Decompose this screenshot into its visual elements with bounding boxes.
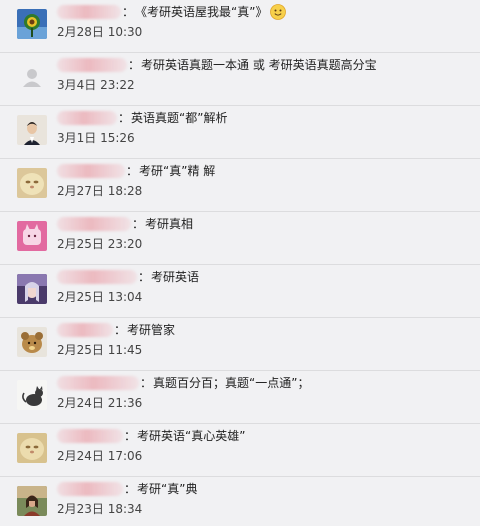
comment-text: 考研英语“真心英雄” [137,429,246,443]
comment-text: 考研管家 [127,323,176,337]
redacted-nickname [57,5,121,19]
comment-time: 2月25日 13:04 [57,290,143,304]
comment-time: 2月27日 18:28 [57,184,143,198]
comment-item: ： 考研“真”典 2月23日 18:34 [0,477,480,526]
smiling-face-icon [270,4,287,20]
redacted-nickname [57,323,113,337]
comment-text: 考研“真”典 [137,482,198,496]
comment-item: ： 《考研英语屋我最“真”》 2月28日 10:30 [0,0,480,53]
comment-text: 考研真相 [145,217,194,231]
comment-time: 3月1日 15:26 [57,131,135,145]
comment-time: 2月28日 10:30 [57,25,143,39]
cat-sketch-avatar-icon[interactable] [17,380,47,410]
comment-text: 考研英语 [151,270,200,284]
comment-separator: ： [122,5,135,19]
fluffy-dog-avatar-icon[interactable] [17,433,47,463]
person-photo-avatar-icon[interactable] [17,115,47,145]
comment-text: 考研英语真题一本通 或 考研英语真题高分宝 [141,58,377,72]
comment-separator: ： [118,111,131,125]
redacted-nickname [57,111,117,125]
redacted-nickname [57,217,131,231]
redacted-nickname [57,482,123,496]
comment-item: ： 考研英语 2月25日 13:04 [0,265,480,318]
comment-separator: ： [126,164,139,178]
comment-item: ： 考研管家 2月25日 11:45 [0,318,480,371]
comment-separator: ： [128,58,141,72]
toy-dog-avatar-icon[interactable] [17,327,47,357]
anime-avatar-icon[interactable] [17,274,47,304]
redacted-nickname [57,164,125,178]
comment-list: ： 《考研英语屋我最“真”》 2月28日 10:30 ： 考研英语真题一本通 或… [0,0,480,526]
comment-time: 2月23日 18:34 [57,502,143,516]
pink-cartoon-avatar-icon[interactable] [17,221,47,251]
comment-item: ： 英语真题“都”解析 3月1日 15:26 [0,106,480,159]
comment-text: 考研“真”精 解 [139,164,216,178]
comment-separator: ： [140,376,153,390]
redacted-nickname [57,429,123,443]
redacted-nickname [57,270,137,284]
comment-time: 2月24日 17:06 [57,449,143,463]
comment-item: ： 考研“真”精 解 2月27日 18:28 [0,159,480,212]
comment-text: 《考研英语屋我最“真”》 [135,5,268,19]
comment-item: ： 考研英语真题一本通 或 考研英语真题高分宝 3月4日 23:22 [0,53,480,106]
default-user-avatar-icon[interactable] [17,62,47,92]
comment-separator: ： [114,323,127,337]
fluffy-dog-avatar-icon[interactable] [17,168,47,198]
comment-separator: ： [138,270,151,284]
comment-time: 2月25日 11:45 [57,343,143,357]
landscape-avatar-icon[interactable] [17,486,47,516]
comment-time: 2月25日 23:20 [57,237,143,251]
comment-time: 3月4日 23:22 [57,78,135,92]
comment-separator: ： [124,429,137,443]
comment-item: ： 考研真相 2月25日 23:20 [0,212,480,265]
redacted-nickname [57,58,127,72]
comment-item: ： 考研英语“真心英雄” 2月24日 17:06 [0,424,480,477]
comment-separator: ： [124,482,137,496]
redacted-nickname [57,376,139,390]
comment-time: 2月24日 21:36 [57,396,143,410]
comment-separator: ： [132,217,145,231]
comment-text: 真题百分百；真题“一点通”； [153,376,310,390]
comment-item: ： 真题百分百；真题“一点通”； 2月24日 21:36 [0,371,480,424]
sunflower-avatar-icon[interactable] [17,9,47,39]
comment-text: 英语真题“都”解析 [131,111,228,125]
